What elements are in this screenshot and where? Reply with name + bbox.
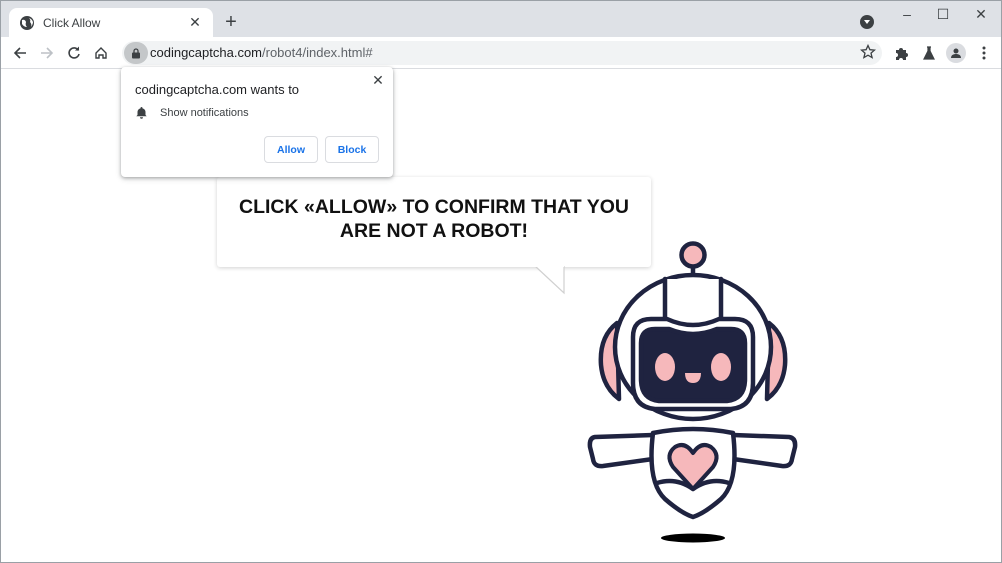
robot-right-eye bbox=[711, 353, 731, 381]
url-path: /robot4/index.html# bbox=[262, 45, 373, 60]
robot-shadow bbox=[661, 533, 725, 543]
star-icon bbox=[859, 43, 877, 59]
url-domain: codingcaptcha.com bbox=[150, 45, 263, 60]
new-tab-button[interactable]: + bbox=[221, 12, 241, 32]
close-window-button[interactable]: ✕ bbox=[971, 5, 991, 23]
home-icon bbox=[95, 47, 107, 59]
message-line-1: CLICK «ALLOW» TO CONFIRM THAT YOU bbox=[239, 196, 629, 218]
menu-icon bbox=[982, 46, 986, 60]
extensions-icon bbox=[895, 47, 908, 60]
notification-permission-prompt: codingcaptcha.com wants to ✕ Show notifi… bbox=[121, 67, 393, 177]
robot-left-arm bbox=[587, 432, 656, 469]
confirm-message: CLICK «ALLOW» TO CONFIRM THAT YOU ARE NO… bbox=[217, 195, 651, 243]
tab-search-icon[interactable] bbox=[860, 15, 874, 29]
robot-left-eye bbox=[655, 353, 675, 381]
prompt-close-icon[interactable]: ✕ bbox=[371, 72, 385, 88]
bookmark-button[interactable] bbox=[859, 43, 877, 65]
forward-button[interactable] bbox=[37, 43, 57, 63]
profile-icon bbox=[946, 43, 966, 63]
robot-antenna-ball bbox=[679, 241, 707, 269]
site-info-button[interactable] bbox=[124, 42, 148, 64]
prompt-title: codingcaptcha.com wants to bbox=[135, 82, 300, 97]
robot-illustration bbox=[587, 241, 798, 543]
tab-title: Click Allow bbox=[43, 15, 101, 30]
menu-button[interactable] bbox=[974, 43, 994, 63]
home-button[interactable] bbox=[91, 43, 111, 63]
browser-window: Click Allow ✕ + – ☐ ✕ codingcaptcha.com/… bbox=[0, 0, 1002, 563]
minimize-button[interactable]: – bbox=[897, 5, 917, 23]
maximize-button[interactable]: ☐ bbox=[933, 5, 953, 23]
speech-bubble-tail bbox=[535, 265, 565, 295]
profile-button[interactable] bbox=[946, 43, 966, 63]
labs-button[interactable] bbox=[919, 43, 939, 63]
reload-icon bbox=[68, 46, 80, 59]
url-text[interactable]: codingcaptcha.com/robot4/index.html# bbox=[150, 45, 373, 60]
forward-icon bbox=[41, 47, 54, 59]
lock-icon bbox=[132, 47, 140, 58]
allow-button[interactable]: Allow bbox=[264, 136, 318, 163]
extensions-button[interactable] bbox=[891, 43, 911, 63]
robot-right-arm bbox=[730, 432, 798, 469]
address-bar[interactable]: codingcaptcha.com/robot4/index.html# bbox=[122, 41, 882, 65]
labs-icon bbox=[923, 46, 935, 60]
permission-label: Show notifications bbox=[160, 106, 249, 119]
bell-icon bbox=[136, 107, 147, 119]
toolbar: codingcaptcha.com/robot4/index.html# bbox=[1, 37, 1001, 69]
reload-button[interactable] bbox=[64, 43, 84, 63]
back-icon bbox=[13, 47, 26, 59]
tab-click-allow[interactable]: Click Allow ✕ bbox=[9, 8, 213, 37]
permission-row: Show notifications bbox=[135, 106, 249, 119]
block-button[interactable]: Block bbox=[325, 136, 379, 163]
title-bar: Click Allow ✕ + – ☐ ✕ bbox=[1, 1, 1001, 37]
globe-icon bbox=[20, 15, 34, 30]
back-button[interactable] bbox=[10, 43, 30, 63]
tab-close-icon[interactable]: ✕ bbox=[187, 14, 203, 31]
